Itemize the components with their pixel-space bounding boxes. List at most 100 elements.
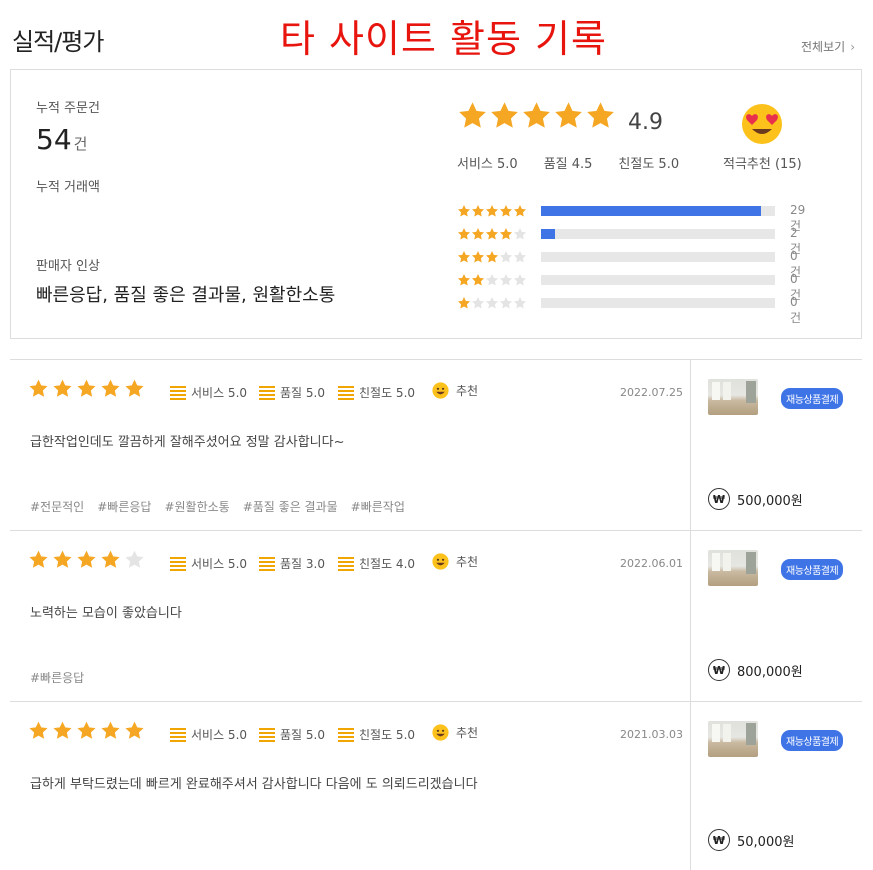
review-tag: #원활한소통 <box>164 500 230 514</box>
rating-bars-icon <box>259 556 275 571</box>
see-all-link[interactable]: 전체보기 › <box>801 38 855 55</box>
review-stars <box>28 549 145 570</box>
kindness-rating-label: 친절도 5.0 <box>359 728 416 742</box>
recommend-tag: 추천 <box>432 553 478 570</box>
price-value: 500,000원 <box>737 493 803 509</box>
service-rating: 서비스 5.0 <box>170 384 247 401</box>
distribution-bar-track <box>541 229 775 239</box>
review-tag: #품질 좋은 결과물 <box>242 500 338 514</box>
quality-rating: 품질 3.0 <box>259 555 325 572</box>
recommend-label: 추천 <box>456 555 479 569</box>
distribution-bar-fill <box>541 229 556 239</box>
review-tag: #전문적인 <box>30 500 85 514</box>
review-text: 급한작업인데도 깔끔하게 잘해주셨어요 정말 감사합니다~ <box>30 435 345 450</box>
product-thumbnail[interactable] <box>708 550 758 586</box>
distribution-stars <box>457 250 527 264</box>
quality-rating: 품질 5.0 <box>259 726 325 743</box>
review-date: 2022.07.25 <box>620 386 683 399</box>
recommend-tag: 추천 <box>432 382 478 399</box>
service-rating: 서비스 5.0 <box>170 555 247 572</box>
quality-rating-label: 품질 3.0 <box>280 557 325 571</box>
star-icon <box>513 251 527 263</box>
product-thumbnail[interactable] <box>708 721 758 757</box>
chevron-right-icon: › <box>850 40 855 54</box>
rating-bars-icon <box>170 385 186 400</box>
product-price: ₩500,000원 <box>708 488 803 510</box>
review-product: 재능상품결제 ₩50,000원 <box>690 702 862 870</box>
star-icon <box>101 721 120 739</box>
kindness-rating-label: 친절도 4.0 <box>359 557 416 571</box>
won-currency-icon: ₩ <box>708 659 730 681</box>
star-icon <box>125 721 144 739</box>
star-icon <box>101 550 120 568</box>
distribution-bar-track <box>541 252 775 262</box>
rating-bars-icon <box>338 727 354 742</box>
banner-title: 타 사이트 활동 기록 <box>280 17 607 61</box>
star-icon <box>485 274 499 286</box>
star-icon <box>53 379 72 397</box>
star-icon <box>485 251 499 263</box>
review-date: 2022.06.01 <box>620 557 683 570</box>
distribution-stars <box>457 296 527 310</box>
amount-label: 누적 거래액 <box>36 180 100 195</box>
review-tag: #빠른응답 <box>30 671 85 685</box>
smile-emoji-icon <box>432 553 449 570</box>
star-icon <box>77 721 96 739</box>
orders-unit: 건 <box>73 135 88 153</box>
product-price: ₩800,000원 <box>708 659 803 681</box>
distribution-bar-track <box>541 298 775 308</box>
rating-bars-icon <box>259 385 275 400</box>
page-title: 실적/평가 <box>12 28 104 56</box>
review-item: 서비스 5.0 품질 5.0 친절도 5.0 추천 2022.07.25 급한작업인데도 … <box>10 359 862 530</box>
distribution-stars <box>457 273 527 287</box>
star-icon <box>29 550 48 568</box>
impression-label: 판매자 인상 <box>36 259 100 274</box>
rating-summary-panel: 누적 주문건 54 건 누적 거래액 판매자 인상 빠른응답, 품질 좋은 결과물… <box>10 69 862 339</box>
product-price: ₩50,000원 <box>708 829 794 851</box>
star-icon <box>457 251 471 263</box>
star-icon <box>513 205 527 217</box>
review-product: 재능상품결제 ₩800,000원 <box>690 531 862 701</box>
star-icon <box>499 251 513 263</box>
product-thumbnail[interactable] <box>708 379 758 415</box>
star-icon <box>513 297 527 309</box>
orders-value: 54 <box>36 123 72 156</box>
star-icon <box>53 721 72 739</box>
star-icon <box>587 102 614 128</box>
distribution-stars <box>457 227 527 241</box>
star-icon <box>457 228 471 240</box>
star-icon <box>555 102 582 128</box>
review-product: 재능상품결제 ₩500,000원 <box>690 360 862 530</box>
impression-value: 빠른응답, 품질 좋은 결과물, 원활한소통 <box>36 285 336 306</box>
distribution-stars <box>457 204 527 218</box>
star-icon <box>457 274 471 286</box>
payment-badge: 재능상품결제 <box>781 388 844 409</box>
review-tags: #빠른응답 <box>30 669 84 686</box>
see-all-label: 전체보기 <box>801 40 846 54</box>
kindness-rating: 친절도 4.0 <box>338 555 415 572</box>
smile-emoji-icon <box>432 382 449 399</box>
rating-bars-icon <box>170 727 186 742</box>
star-icon <box>499 205 513 217</box>
star-icon <box>459 102 486 128</box>
won-currency-icon: ₩ <box>708 488 730 510</box>
orders-count: 54 건 <box>36 123 87 156</box>
star-icon <box>29 721 48 739</box>
kindness-rating: 친절도 5.0 <box>338 726 415 743</box>
review-text: 노력하는 모습이 좋았습니다 <box>30 606 182 621</box>
review-stars <box>28 378 145 399</box>
star-icon <box>513 228 527 240</box>
star-icon <box>499 274 513 286</box>
kindness-rating-label: 친절도 5.0 <box>359 386 416 400</box>
orders-label: 누적 주문건 <box>36 101 100 116</box>
star-icon <box>523 102 550 128</box>
star-icon <box>471 297 485 309</box>
distribution-bar-track <box>541 275 775 285</box>
quality-rating: 품질 4.5 <box>543 157 593 172</box>
rating-bars-icon <box>338 385 354 400</box>
review-list: 서비스 5.0 품질 5.0 친절도 5.0 추천 2022.07.25 급한작업인데도 … <box>10 359 862 870</box>
heart-eyes-emoji-icon <box>742 104 782 144</box>
star-icon <box>485 297 499 309</box>
rating-bars-icon <box>259 727 275 742</box>
payment-badge: 재능상품결제 <box>781 559 844 580</box>
